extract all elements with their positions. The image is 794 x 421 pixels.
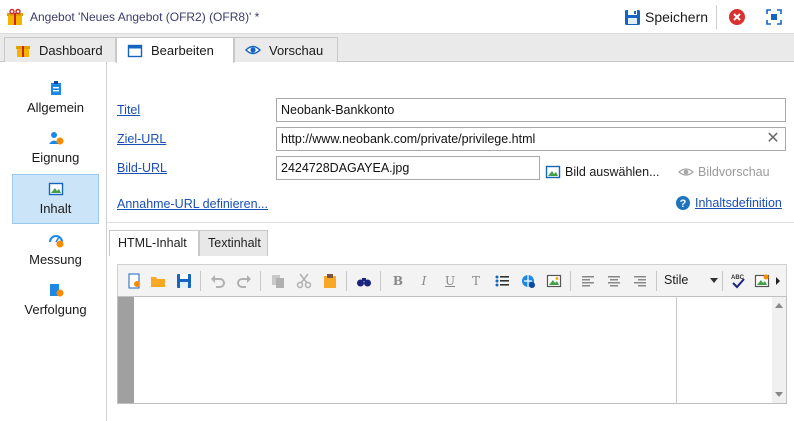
clear-icon[interactable]: ✕: [765, 131, 781, 147]
sidebar-item-label: Allgemein: [26, 100, 85, 115]
sidebar-item-label: Messung: [29, 252, 82, 267]
tab-text-content[interactable]: Textinhalt: [199, 230, 268, 256]
image-preview-button[interactable]: Bildvorschau: [678, 164, 770, 180]
help-icon: ?: [676, 196, 690, 210]
sidebar-item-label: Inhalt: [39, 201, 72, 216]
picture-icon: [48, 182, 63, 196]
tab-label: Dashboard: [39, 42, 103, 58]
save-icon[interactable]: [176, 273, 192, 289]
styles-dropdown[interactable]: Stile: [660, 271, 720, 291]
italic-button[interactable]: I: [416, 273, 432, 289]
insert-media-icon[interactable]: [754, 273, 770, 289]
chevron-down-icon: [710, 278, 718, 283]
select-image-label: Bild auswählen...: [565, 165, 660, 179]
styles-label: Stile: [664, 273, 689, 287]
toolbar-separator: [570, 271, 571, 291]
editor-toolbar: B I U T Stile ABC: [117, 264, 787, 296]
toolbar-separator: [260, 271, 261, 291]
image-url-link[interactable]: Bild-URL: [117, 161, 167, 175]
select-image-button[interactable]: Bild auswählen...: [545, 164, 660, 180]
align-center-icon[interactable]: [606, 273, 622, 289]
sidebar-item-label: Eignung: [31, 150, 80, 165]
title-bar: Angebot 'Neues Angebot (OFR2) (OFR8)' * …: [0, 0, 794, 34]
sidebar-item-verfolgung[interactable]: Verfolgung: [12, 276, 99, 326]
content-definition-link: Inhaltsdefinition: [695, 196, 782, 210]
sidebar-item-allgemein[interactable]: Allgemein: [12, 74, 99, 124]
save-button[interactable]: Speichern: [620, 5, 712, 29]
maximize-icon[interactable]: [765, 8, 783, 26]
new-document-icon[interactable]: [126, 273, 142, 289]
title-link[interactable]: Titel: [117, 103, 140, 117]
svg-text:?: ?: [680, 198, 687, 210]
editor-column-divider: [676, 297, 677, 403]
image-url-field[interactable]: 2424728DAGAYEA.jpg: [276, 156, 540, 180]
editor-gutter: [118, 297, 134, 403]
target-url-value: http://www.neobank.com/private/privilege…: [281, 132, 536, 146]
cut-icon[interactable]: [296, 273, 312, 289]
tab-html-content[interactable]: HTML-Inhalt: [109, 230, 199, 256]
picture-icon: [545, 165, 561, 179]
dashboard-icon: [16, 46, 30, 57]
underline-button[interactable]: U: [442, 273, 458, 289]
redo-icon[interactable]: [236, 273, 252, 289]
title-field[interactable]: Neobank-Bankkonto: [276, 98, 786, 122]
toolbar-separator: [200, 271, 201, 291]
tab-strip: Dashboard Bearbeiten Vorschau: [0, 34, 794, 63]
sidebar-item-inhalt[interactable]: Inhalt: [12, 174, 99, 224]
sidebar-item-eignung[interactable]: Eignung: [12, 124, 99, 174]
open-folder-icon[interactable]: [150, 273, 166, 289]
vertical-scrollbar[interactable]: [772, 297, 786, 403]
scroll-up-icon[interactable]: [775, 303, 783, 308]
users-icon: [48, 132, 63, 145]
insert-link-icon[interactable]: [520, 273, 536, 289]
scroll-down-icon[interactable]: [775, 392, 783, 397]
bold-button[interactable]: B: [390, 273, 406, 289]
gauge-icon: [48, 235, 63, 248]
save-label: Speichern: [645, 9, 709, 25]
tab-label: Vorschau: [269, 42, 324, 58]
floppy-disk-icon: [625, 9, 640, 25]
target-url-link[interactable]: Ziel-URL: [117, 132, 166, 146]
align-right-icon[interactable]: [632, 273, 648, 289]
accept-url-link[interactable]: Annahme-URL definieren...: [117, 197, 268, 211]
clipboard-icon: [50, 81, 61, 95]
content-definition-button[interactable]: ? Inhaltsdefinition: [675, 195, 782, 211]
undo-icon[interactable]: [210, 273, 226, 289]
sidebar-item-label: Verfolgung: [24, 302, 87, 317]
editor-tabs: HTML-Inhalt Textinhalt: [107, 230, 794, 256]
section-divider: [107, 222, 794, 223]
clear-format-button[interactable]: T: [468, 273, 484, 289]
spellcheck-icon[interactable]: ABC: [730, 273, 746, 289]
target-url-field[interactable]: http://www.neobank.com/private/privilege…: [276, 127, 786, 151]
find-binoculars-icon[interactable]: [356, 273, 372, 289]
insert-image-icon[interactable]: [546, 273, 562, 289]
tracking-icon: [49, 284, 63, 297]
window-title: Angebot 'Neues Angebot (OFR2) (OFR8)' *: [30, 10, 260, 24]
gift-icon: [7, 8, 23, 25]
close-button[interactable]: [729, 9, 745, 25]
align-left-icon[interactable]: [580, 273, 596, 289]
tab-bearbeiten[interactable]: Bearbeiten: [116, 37, 234, 63]
image-preview-label: Bildvorschau: [698, 165, 770, 179]
tab-vorschau[interactable]: Vorschau: [234, 37, 338, 62]
toolbar-separator: [380, 271, 381, 291]
html-editor-area[interactable]: [117, 296, 787, 404]
toolbar-separator: [656, 271, 657, 291]
eye-icon: [245, 45, 261, 55]
edit-window-icon: [127, 44, 143, 57]
copy-icon[interactable]: [270, 273, 286, 289]
more-arrow-icon[interactable]: [774, 273, 782, 289]
eye-icon: [678, 168, 694, 176]
toolbar-separator: [722, 271, 723, 291]
toolbar-separator: [716, 5, 717, 29]
tab-dashboard[interactable]: Dashboard: [4, 37, 116, 62]
sidebar: Allgemein Eignung Inhalt Messung Verfolg…: [0, 62, 107, 421]
sidebar-item-messung[interactable]: Messung: [12, 226, 99, 276]
close-icon: [733, 13, 741, 21]
paste-icon[interactable]: [322, 273, 338, 289]
content-form: Titel Neobank-Bankkonto Ziel-URL http://…: [107, 62, 794, 222]
tab-label: Bearbeiten: [151, 43, 214, 58]
bullet-list-icon[interactable]: [494, 273, 510, 289]
toolbar-separator: [346, 271, 347, 291]
